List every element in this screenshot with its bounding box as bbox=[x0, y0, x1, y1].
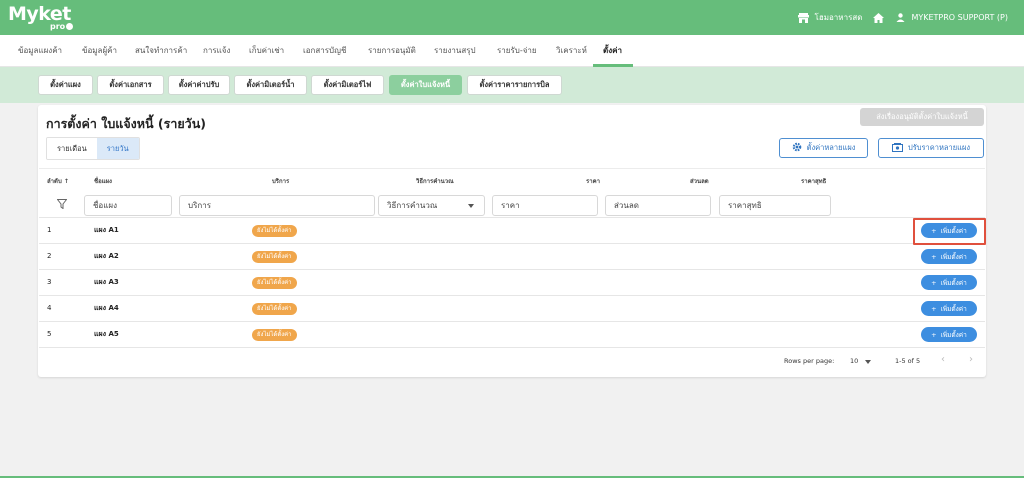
submit-approval-button[interactable]: ส่งเรื่องอนุมัติตั้งค่าใบแจ้งหนี้ bbox=[860, 108, 984, 126]
user-icon bbox=[894, 12, 906, 24]
table-row: 2 แผง A2 ยังไม่ได้ตั้งค่า + เพิ่มตั้งค่า bbox=[39, 244, 985, 270]
menu-accounting-docs[interactable]: เอกสารบัญชี bbox=[303, 35, 346, 67]
table-row: 5 แผง A5 ยังไม่ได้ตั้งค่า + เพิ่มตั้งค่า bbox=[39, 322, 985, 348]
subtab-stall-settings[interactable]: ตั้งค่าแผง bbox=[38, 75, 93, 95]
main-menu: ข้อมูลแผงค้า ข้อมูลผู้ค้า สนใจทำการค้า ก… bbox=[0, 35, 1024, 67]
subtab-electric-meter-settings[interactable]: ตั้งค่ามิเตอร์ไฟ bbox=[311, 75, 384, 95]
add-setting-button[interactable]: + เพิ่มตั้งค่า bbox=[921, 223, 977, 238]
status-badge: ยังไม่ได้ตั้งค่า bbox=[252, 251, 297, 263]
table-row: 4 แผง A4 ยังไม่ได้ตั้งค่า + เพิ่มตั้งค่า bbox=[39, 296, 985, 322]
settings-subtabs: ตั้งค่าแผง ตั้งค่าเอกสาร ตั้งค่าค่าปรับ … bbox=[0, 67, 1024, 103]
logo-dot-icon bbox=[66, 23, 74, 30]
store-icon bbox=[798, 12, 810, 24]
row-stall-name: แผง A2 bbox=[94, 252, 119, 260]
plus-icon: + bbox=[931, 278, 937, 287]
header-order[interactable]: ลำดับ ↑ bbox=[47, 176, 69, 186]
subtab-document-settings[interactable]: ตั้งค่าเอกสาร bbox=[97, 75, 164, 95]
next-page-icon[interactable]: › bbox=[969, 354, 973, 365]
bulk-price-button[interactable]: ปรับราคาหลายแผง bbox=[878, 138, 984, 158]
status-badge: ยังไม่ได้ตั้งค่า bbox=[252, 329, 297, 341]
filter-net-price-input[interactable]: ราคาสุทธิ bbox=[719, 195, 831, 216]
plus-icon: + bbox=[931, 226, 937, 235]
filter-price-input[interactable]: ราคา bbox=[492, 195, 598, 216]
page-title: การตั้งค่า ใบแจ้งหนี้ (รายวัน) bbox=[46, 116, 206, 131]
plus-icon: + bbox=[931, 252, 937, 261]
filter-stall-input[interactable]: ชื่อแผง bbox=[84, 195, 172, 216]
row-stall-name: แผง A4 bbox=[94, 304, 119, 312]
top-right-area: โฮมอาหารสด MYKETPRO SUPPORT (P) bbox=[798, 0, 1008, 35]
row-order: 4 bbox=[47, 304, 52, 312]
row-stall-name: แผง A3 bbox=[94, 278, 119, 286]
bulk-price-label: ปรับราคาหลายแผง bbox=[907, 143, 971, 152]
row-order: 1 bbox=[47, 226, 52, 234]
subtab-bill-price-settings[interactable]: ตั้งค่าราคารายการบิล bbox=[467, 75, 562, 95]
filter-icon[interactable] bbox=[56, 199, 68, 211]
table-header: ลำดับ ↑ ชื่อแผง บริการ วิธีการคำนวณ ราคา… bbox=[39, 168, 985, 190]
store-name: โฮมอาหารสด bbox=[814, 13, 863, 22]
menu-notification[interactable]: การแจ้ง bbox=[203, 35, 230, 67]
prev-page-icon[interactable]: ‹ bbox=[941, 354, 945, 365]
top-bar: Myket pro โฮมอาหารสด MYKETPRO SUPPORT (P… bbox=[0, 0, 1024, 35]
table-row: 3 แผง A3 ยังไม่ได้ตั้งค่า + เพิ่มตั้งค่า bbox=[39, 270, 985, 296]
rows-per-page-select[interactable]: 10 bbox=[850, 357, 858, 365]
menu-income-expense[interactable]: รายรับ-จ่าย bbox=[497, 35, 537, 67]
plus-icon: + bbox=[931, 304, 937, 313]
store-selector[interactable]: โฮมอาหารสด bbox=[798, 11, 863, 24]
chevron-down-icon[interactable] bbox=[865, 360, 871, 364]
add-setting-button[interactable]: + เพิ่มตั้งค่า bbox=[921, 327, 977, 342]
table-row: 1 แผง A1 ยังไม่ได้ตั้งค่า + เพิ่มตั้งค่า bbox=[39, 218, 985, 244]
toggle-monthly[interactable]: รายเดือน bbox=[47, 138, 97, 159]
add-setting-button[interactable]: + เพิ่มตั้งค่า bbox=[921, 249, 977, 264]
header-discount[interactable]: ส่วนลด bbox=[690, 176, 709, 186]
status-badge: ยังไม่ได้ตั้งค่า bbox=[252, 225, 297, 237]
menu-rent-collection[interactable]: เก็บค่าเช่า bbox=[249, 35, 284, 67]
header-net-price[interactable]: ราคาสุทธิ bbox=[801, 176, 826, 186]
row-order: 2 bbox=[47, 252, 52, 260]
pagination-range: 1-5 of 5 bbox=[895, 357, 921, 365]
menu-approvals[interactable]: รายการอนุมัติ bbox=[368, 35, 416, 67]
bulk-setting-button[interactable]: ตั้งค่าหลายแผง bbox=[779, 138, 868, 158]
menu-interested-trade[interactable]: สนใจทำการค้า bbox=[135, 35, 187, 67]
subtab-fine-settings[interactable]: ตั้งค่าค่าปรับ bbox=[168, 75, 230, 95]
filter-discount-input[interactable]: ส่วนลด bbox=[605, 195, 711, 216]
row-order: 5 bbox=[47, 330, 52, 338]
header-stall[interactable]: ชื่อแผง bbox=[94, 176, 112, 186]
gear-icon bbox=[792, 142, 802, 154]
status-badge: ยังไม่ได้ตั้งค่า bbox=[252, 277, 297, 289]
menu-settings[interactable]: ตั้งค่า bbox=[603, 35, 622, 67]
logo-subtext: pro bbox=[50, 22, 74, 31]
rows-per-page-label: Rows per page: bbox=[784, 357, 835, 365]
menu-stall-info[interactable]: ข้อมูลแผงค้า bbox=[18, 35, 62, 67]
pagination: Rows per page: 10 1-5 of 5 ‹ › bbox=[39, 348, 985, 376]
subtab-water-meter-settings[interactable]: ตั้งค่ามิเตอร์น้ำ bbox=[234, 75, 307, 95]
filter-service-input[interactable]: บริการ bbox=[179, 195, 375, 216]
add-setting-button[interactable]: + เพิ่มตั้งค่า bbox=[921, 275, 977, 290]
add-setting-button[interactable]: + เพิ่มตั้งค่า bbox=[921, 301, 977, 316]
header-price[interactable]: ราคา bbox=[586, 176, 600, 186]
row-stall-name: แผง A5 bbox=[94, 330, 119, 338]
home-icon[interactable] bbox=[872, 12, 884, 24]
period-toggle: รายเดือน รายวัน bbox=[46, 137, 140, 160]
menu-vendor-info[interactable]: ข้อมูลผู้ค้า bbox=[82, 35, 117, 67]
bulk-setting-label: ตั้งค่าหลายแผง bbox=[806, 143, 856, 152]
menu-summary-report[interactable]: รายงานสรุป bbox=[434, 35, 476, 67]
user-name: MYKETPRO SUPPORT (P) bbox=[911, 13, 1008, 22]
subtab-invoice-settings[interactable]: ตั้งค่าใบแจ้งหนี้ bbox=[389, 75, 462, 95]
plus-icon: + bbox=[931, 330, 937, 339]
toggle-daily[interactable]: รายวัน bbox=[96, 138, 139, 159]
menu-analysis[interactable]: วิเคราะห์ bbox=[556, 35, 587, 67]
user-menu[interactable]: MYKETPRO SUPPORT (P) bbox=[894, 12, 1008, 24]
filter-calc-select[interactable]: วิธีการคำนวณ bbox=[378, 195, 485, 216]
row-stall-name: แผง A1 bbox=[94, 226, 119, 234]
filter-row: ชื่อแผง บริการ วิธีการคำนวณ ราคา ส่วนลด … bbox=[39, 190, 985, 218]
status-badge: ยังไม่ได้ตั้งค่า bbox=[252, 303, 297, 315]
app-logo[interactable]: Myket pro bbox=[8, 3, 74, 33]
price-adjust-icon bbox=[891, 142, 903, 154]
header-service[interactable]: บริการ bbox=[272, 176, 289, 186]
row-order: 3 bbox=[47, 278, 52, 286]
header-calc-method[interactable]: วิธีการคำนวณ bbox=[416, 176, 454, 186]
